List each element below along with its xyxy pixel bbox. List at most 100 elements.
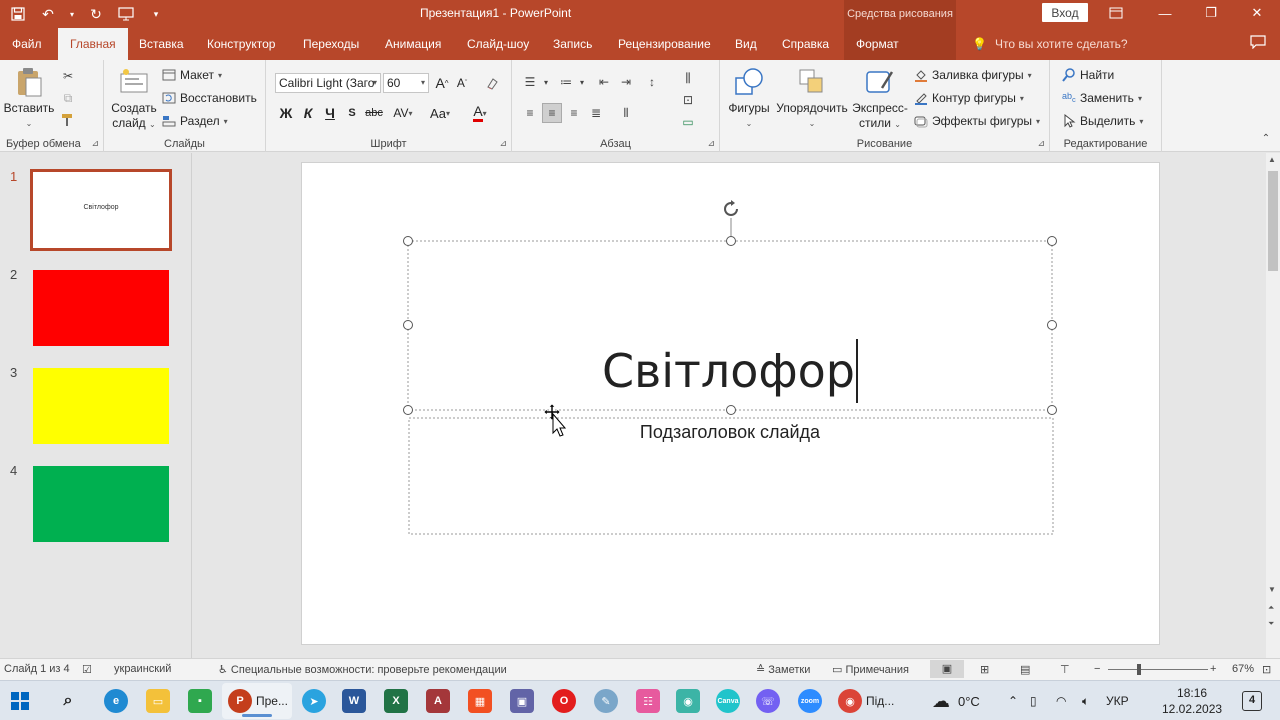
comments-button[interactable]: ▭ Примечания <box>832 663 909 676</box>
store-icon[interactable]: ▦ <box>468 689 492 713</box>
tab-transitions[interactable]: Переходы <box>291 28 371 60</box>
slideshow-view-icon[interactable]: ⊤ <box>1060 663 1070 676</box>
shape-effects-button[interactable]: Эффекты фигуры ▾ <box>914 111 1040 131</box>
tab-review[interactable]: Рецензирование <box>606 28 723 60</box>
search-icon[interactable]: ⌕ <box>56 689 80 713</box>
select-button[interactable]: Выделить ▾ <box>1062 111 1143 131</box>
slide-subtitle[interactable]: Подзаголовок слайда <box>408 420 1052 444</box>
save-icon[interactable] <box>8 4 28 24</box>
drawing-launcher-icon[interactable]: ⊿ <box>1037 138 1045 149</box>
tab-home[interactable]: Главная <box>58 28 128 60</box>
replace-button[interactable]: abc Заменить ▾ <box>1062 88 1142 108</box>
sign-in-button[interactable]: Вход <box>1042 3 1088 22</box>
language-indicator[interactable]: украинский <box>114 663 171 675</box>
minimize-button[interactable]: — <box>1142 2 1188 24</box>
increase-indent-icon[interactable]: ⇥ <box>616 72 636 92</box>
chrome-taskbar-button[interactable]: ◉ Під... <box>834 683 894 719</box>
cut-icon[interactable]: ✂ <box>58 66 78 86</box>
align-left-icon[interactable]: ≡ <box>520 103 540 123</box>
copy-icon[interactable]: ⧉ <box>58 88 78 108</box>
app-icon-1[interactable]: ▣ <box>510 689 534 713</box>
reset-button[interactable]: Восстановить <box>162 88 257 108</box>
slide-thumbnail-1[interactable]: Світлофор <box>30 169 172 251</box>
next-slide-icon[interactable]: ⏷ <box>1268 619 1274 629</box>
close-button[interactable]: ✕ <box>1234 2 1280 24</box>
resize-handle-ml[interactable] <box>403 320 413 330</box>
shape-outline-button[interactable]: Контур фигуры ▾ <box>914 88 1024 108</box>
bold-button[interactable]: Ж <box>276 103 296 123</box>
resize-handle-tl[interactable] <box>403 236 413 246</box>
tray-overflow-icon[interactable]: ⌃ <box>1008 681 1018 720</box>
slide-sorter-icon[interactable]: ⊞ <box>980 663 989 676</box>
quick-styles-button[interactable]: Экспресс- стили ⌄ <box>850 66 910 132</box>
tab-file[interactable]: Файл <box>0 28 54 60</box>
tab-slideshow[interactable]: Слайд-шоу <box>455 28 541 60</box>
font-size-combo[interactable]: 60 ▾ <box>383 73 429 93</box>
clock[interactable]: 18:16 12.02.2023 <box>1162 681 1222 720</box>
opera-icon[interactable]: O <box>552 689 576 713</box>
find-button[interactable]: Найти <box>1062 65 1114 85</box>
bullets-dropdown-icon[interactable]: ▾ <box>536 72 556 92</box>
slide-thumbnail-3[interactable] <box>33 368 169 444</box>
change-case-button[interactable]: Aa ▾ <box>426 103 454 123</box>
slide-thumbnail-4[interactable] <box>33 466 169 542</box>
notification-center[interactable]: 4 <box>1242 681 1262 720</box>
language-switch[interactable]: УКР <box>1106 681 1129 720</box>
scroll-up-icon[interactable]: ▲ <box>1268 155 1276 164</box>
resize-handle-mr[interactable] <box>1047 320 1057 330</box>
app-icon-2[interactable]: ☷ <box>636 689 660 713</box>
customize-qat-icon[interactable]: ▾ <box>146 4 166 24</box>
tab-insert[interactable]: Вставка <box>127 28 196 60</box>
file-explorer-icon[interactable]: ▭ <box>146 689 170 713</box>
layout-button[interactable]: Макет ▾ <box>162 65 222 85</box>
zoom-out-button[interactable]: − <box>1094 663 1100 675</box>
spellcheck-icon[interactable]: ☑ <box>82 663 92 676</box>
align-center-icon[interactable]: ≡ <box>542 103 562 123</box>
paragraph-launcher-icon[interactable]: ⊿ <box>707 138 715 149</box>
char-spacing-button[interactable]: AV ▾ <box>390 103 416 123</box>
weather-widget[interactable]: ☁ 0°C <box>932 681 980 720</box>
resize-handle-tr[interactable] <box>1047 236 1057 246</box>
format-painter-icon[interactable] <box>58 110 78 130</box>
notes-button[interactable]: ≙ Заметки <box>756 663 810 676</box>
vertical-scrollbar[interactable]: ▲ ▼ ⏶ ⏷ <box>1266 153 1280 658</box>
slide-title[interactable]: Світлофор <box>408 338 1052 403</box>
telegram-icon[interactable]: ➤ <box>302 689 326 713</box>
slide-thumbnail-2[interactable] <box>33 270 169 346</box>
tab-animations[interactable]: Анимация <box>373 28 453 60</box>
undo-dropdown-icon[interactable]: ▾ <box>68 4 76 24</box>
align-right-icon[interactable]: ≡ <box>564 103 584 123</box>
resize-handle-bm[interactable] <box>726 405 736 415</box>
previous-slide-icon[interactable]: ⏶ <box>1268 603 1274 613</box>
collapse-ribbon-icon[interactable]: ⌃ <box>1256 128 1276 148</box>
zoom-slider-handle[interactable] <box>1137 664 1141 675</box>
smartart-icon[interactable]: ▭ <box>678 112 698 132</box>
tab-help[interactable]: Справка <box>770 28 841 60</box>
undo-icon[interactable]: ↶ <box>38 4 58 24</box>
tab-record[interactable]: Запись <box>541 28 604 60</box>
viber-icon[interactable]: ☏ <box>756 689 780 713</box>
new-slide-button[interactable]: Создать слайд ⌄ <box>108 66 160 132</box>
battery-icon[interactable]: ▯ <box>1030 681 1037 720</box>
excel-icon[interactable]: X <box>384 689 408 713</box>
redo-icon[interactable]: ↻ <box>86 4 106 24</box>
edge-icon[interactable]: e <box>104 689 128 713</box>
scroll-down-icon[interactable]: ▼ <box>1268 585 1276 594</box>
font-color-button[interactable]: A ▾ <box>466 103 494 123</box>
access-icon[interactable]: A <box>426 689 450 713</box>
shrink-font-icon[interactable]: Aˇ <box>452 73 472 93</box>
zoom-icon[interactable]: zoom <box>798 689 822 713</box>
zoom-slider[interactable] <box>1108 669 1208 670</box>
tell-me-search[interactable]: 💡 Что вы хотите сделать? <box>972 28 1128 60</box>
tab-view[interactable]: Вид <box>723 28 769 60</box>
font-name-combo[interactable]: Calibri Light (Заго ▾ <box>275 73 381 93</box>
grow-font-icon[interactable]: A ^ <box>432 73 452 93</box>
clipboard-launcher-icon[interactable]: ⊿ <box>91 138 99 149</box>
underline-button[interactable]: Ч <box>320 103 340 123</box>
shape-fill-button[interactable]: Заливка фигуры ▾ <box>914 65 1032 85</box>
zoom-in-button[interactable]: + <box>1210 663 1216 675</box>
columns-icon[interactable]: ⫴ <box>616 103 636 123</box>
comments-icon[interactable] <box>1250 35 1268 51</box>
ribbon-display-options-icon[interactable] <box>1104 3 1128 23</box>
justify-icon[interactable]: ≣ <box>586 103 606 123</box>
